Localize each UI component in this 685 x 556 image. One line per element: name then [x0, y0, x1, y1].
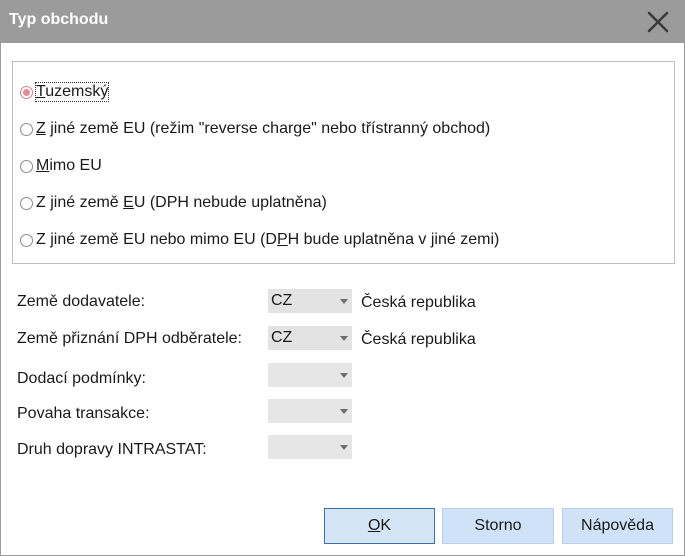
delivery-terms-label: Dodací podmínky:	[17, 370, 146, 387]
radio-button[interactable]	[20, 196, 33, 210]
radio-button-checked[interactable]	[20, 85, 33, 99]
radio-label: Z jiné země EU (DPH nebude uplatněna)	[36, 194, 327, 211]
transport-mode-select[interactable]	[268, 435, 352, 459]
supplier-country-value: CZ	[271, 292, 293, 309]
transaction-nature-select[interactable]	[268, 399, 352, 423]
vat-country-value: CZ	[271, 329, 293, 346]
radio-option-domestic[interactable]: Tuzemský	[20, 80, 110, 104]
radio-button[interactable]	[20, 233, 33, 247]
radio-label: Mimo EU	[36, 157, 102, 174]
vat-country-label: Země přiznání DPH odběratele:	[17, 330, 242, 347]
radio-label: Z jiné země EU (režim "reverse charge" n…	[36, 120, 491, 137]
radio-label: Z jiné země EU nebo mimo EU (DPH bude up…	[36, 231, 500, 248]
chevron-down-icon[interactable]	[336, 399, 352, 423]
radio-label: Tuzemský	[34, 82, 110, 102]
help-button[interactable]: Nápověda	[562, 508, 673, 544]
transaction-nature-label: Povaha transakce:	[17, 405, 150, 422]
trade-type-dialog: Typ obchodu Tuzemský Z jiné země EU (rež…	[0, 0, 685, 556]
supplier-country-select[interactable]: CZ	[268, 289, 352, 313]
title-bar: Typ obchodu	[1, 1, 684, 43]
radio-button[interactable]	[20, 122, 33, 136]
vat-country-select[interactable]: CZ	[268, 326, 352, 350]
ok-button-label: OK	[367, 517, 392, 534]
close-icon[interactable]	[641, 5, 675, 39]
trade-type-radio-group: Tuzemský Z jiné země EU (režim "reverse …	[12, 61, 675, 264]
radio-button[interactable]	[20, 159, 33, 173]
help-button-label: Nápověda	[581, 517, 654, 534]
chevron-down-icon[interactable]	[336, 363, 352, 387]
supplier-country-label: Země dodavatele:	[17, 293, 146, 310]
radio-option-eu-no-vat[interactable]: Z jiné země EU (DPH nebude uplatněna)	[20, 191, 327, 215]
delivery-terms-select[interactable]	[268, 363, 352, 387]
supplier-country-name: Česká republika	[361, 294, 476, 311]
ok-button[interactable]: OK	[324, 508, 435, 544]
chevron-down-icon[interactable]	[336, 289, 352, 313]
vat-country-name: Česká republika	[361, 331, 476, 348]
radio-option-vat-other-country[interactable]: Z jiné země EU nebo mimo EU (DPH bude up…	[20, 228, 499, 252]
chevron-down-icon[interactable]	[336, 326, 352, 350]
cancel-button-label: Storno	[474, 517, 522, 534]
radio-option-outside-eu[interactable]: Mimo EU	[20, 154, 102, 178]
cancel-button[interactable]: Storno	[442, 508, 554, 544]
chevron-down-icon[interactable]	[336, 435, 352, 459]
transport-mode-label: Druh dopravy INTRASTAT:	[17, 441, 207, 458]
radio-option-eu-reverse-charge[interactable]: Z jiné země EU (režim "reverse charge" n…	[20, 117, 490, 141]
dialog-title: Typ obchodu	[9, 11, 109, 28]
